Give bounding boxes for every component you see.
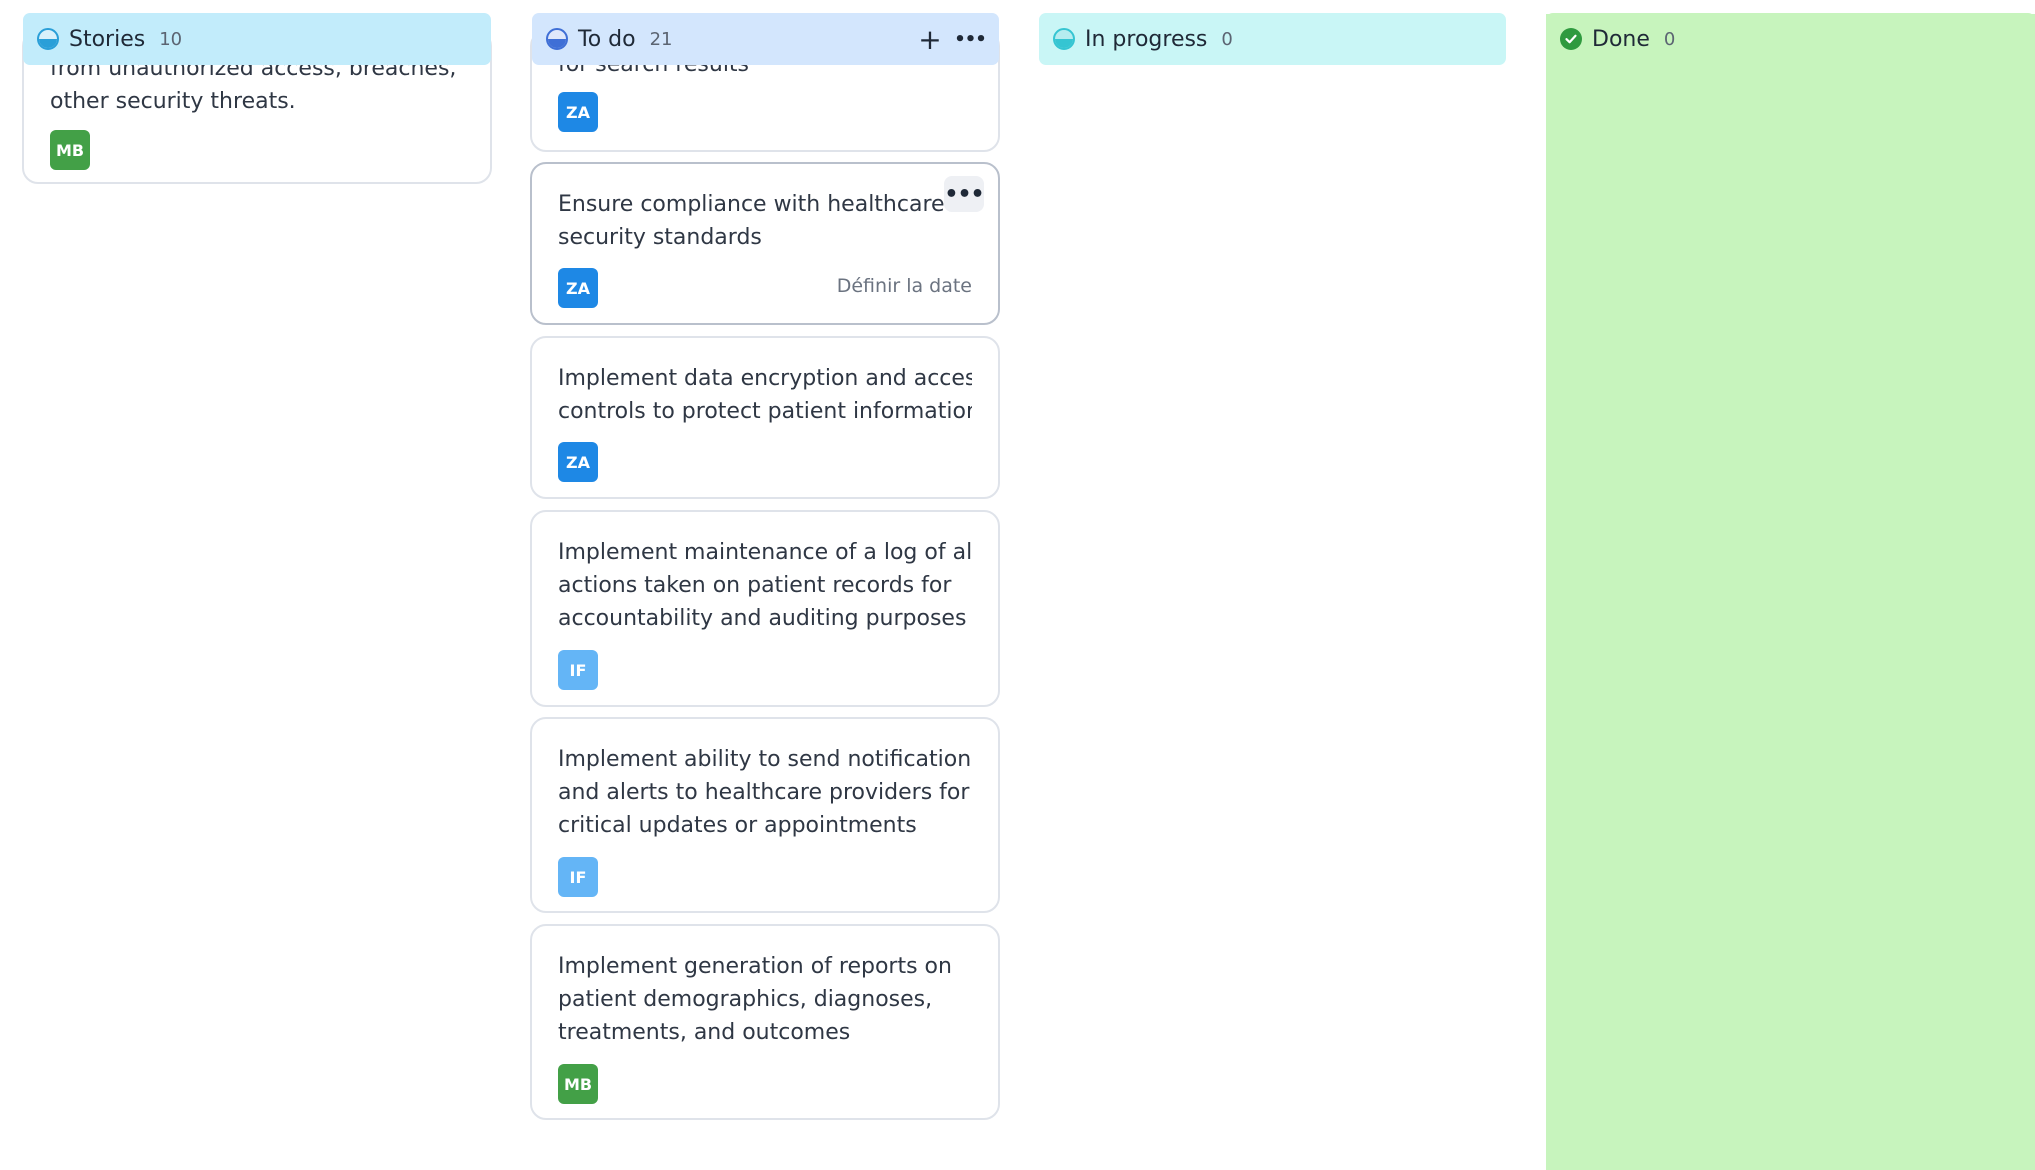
avatar[interactable]: ZA bbox=[558, 92, 598, 132]
card-text-line: Implement ability to send notifications bbox=[558, 747, 972, 772]
card-text-line: patient demographics, diagnoses, bbox=[558, 987, 933, 1012]
column-more-button[interactable]: ••• bbox=[954, 23, 987, 55]
column-title: To do bbox=[578, 26, 636, 52]
column-header-stories[interactable]: Stories 10 bbox=[23, 13, 491, 65]
add-card-button[interactable]: + bbox=[914, 23, 946, 56]
card-text-line: Implement generation of reports on bbox=[558, 954, 952, 979]
check-circle-icon bbox=[1560, 28, 1582, 50]
column-count: 0 bbox=[1221, 28, 1233, 50]
task-card[interactable]: Implement maintenance of a log of all ac… bbox=[530, 510, 1000, 707]
column-count: 10 bbox=[159, 28, 183, 50]
card-text-line: critical updates or appointments bbox=[558, 813, 917, 838]
half-circle-status-icon bbox=[37, 28, 59, 50]
card-more-button[interactable]: ••• bbox=[944, 176, 985, 212]
column-count: 21 bbox=[649, 28, 673, 50]
task-card[interactable]: Implement data encryption and access con… bbox=[530, 336, 1000, 499]
card-text-line: other security threats. bbox=[50, 89, 296, 114]
card-text-line: and alerts to healthcare providers for bbox=[558, 780, 970, 805]
card-text-line: Ensure compliance with healthcare data bbox=[558, 192, 944, 217]
card-text-line: controls to protect patient information bbox=[558, 399, 972, 424]
card-text-line: actions taken on patient records for bbox=[558, 573, 952, 598]
card-text-line: accountability and auditing purposes bbox=[558, 606, 967, 631]
set-date-link[interactable]: Définir la date bbox=[837, 275, 972, 297]
column-header-done[interactable]: Done 0 bbox=[1546, 13, 2035, 65]
avatar[interactable]: MB bbox=[558, 1064, 598, 1104]
avatar[interactable]: ZA bbox=[558, 268, 598, 308]
card-text-line: security standards bbox=[558, 225, 762, 250]
card-text-line: Implement data encryption and access bbox=[558, 366, 972, 391]
half-circle-status-icon bbox=[1053, 28, 1075, 50]
task-card[interactable]: Implement generation of reports on patie… bbox=[530, 924, 1000, 1120]
column-title: Stories bbox=[69, 26, 146, 52]
kanban-board: Stories 10 from unauthorized access, bre… bbox=[0, 0, 2035, 1170]
done-column-body bbox=[1546, 14, 2035, 1170]
column-title: In progress bbox=[1085, 26, 1208, 52]
card-text-line: Implement maintenance of a log of all bbox=[558, 540, 972, 565]
card-text-line: treatments, and outcomes bbox=[558, 1020, 851, 1045]
task-card[interactable]: Implement ability to send notifications … bbox=[530, 717, 1000, 913]
avatar[interactable]: MB bbox=[50, 130, 90, 170]
avatar[interactable]: IF bbox=[558, 650, 598, 690]
column-count: 0 bbox=[1663, 28, 1676, 50]
column-title: Done bbox=[1592, 26, 1650, 52]
avatar[interactable]: IF bbox=[558, 857, 598, 897]
column-header-todo[interactable]: To do 21 + ••• bbox=[532, 13, 999, 65]
column-header-in-progress[interactable]: In progress 0 bbox=[1039, 13, 1506, 65]
half-circle-status-icon bbox=[546, 28, 568, 50]
task-card[interactable]: Ensure compliance with healthcare data s… bbox=[530, 162, 1000, 325]
avatar[interactable]: ZA bbox=[558, 442, 598, 482]
